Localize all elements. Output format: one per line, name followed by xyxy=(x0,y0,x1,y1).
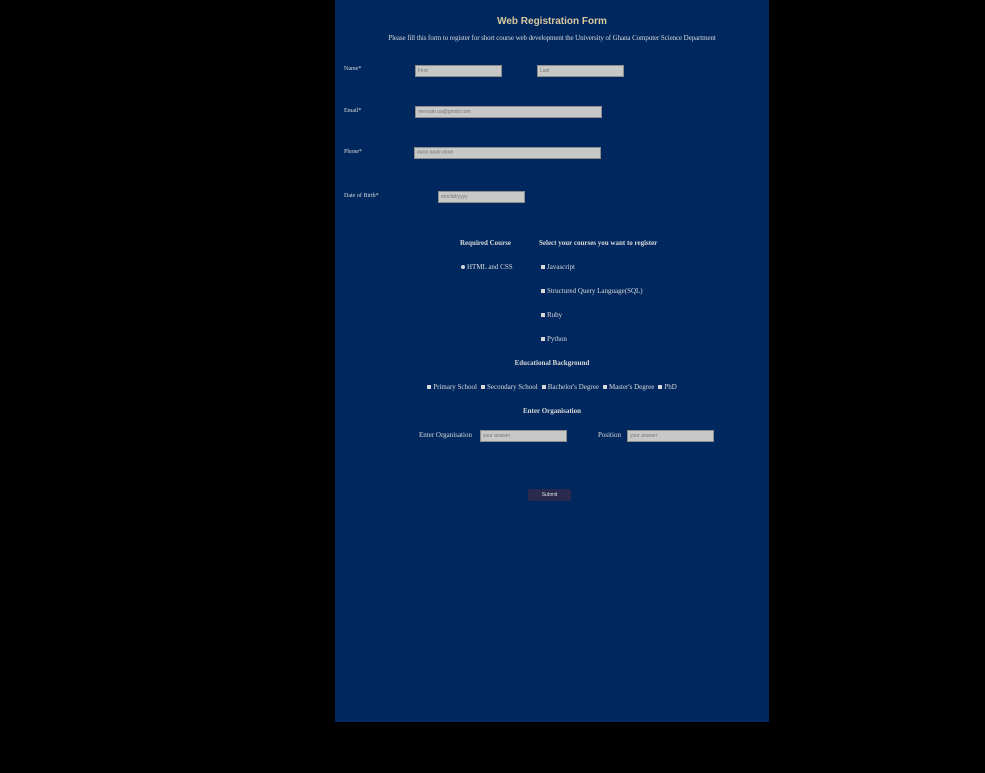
checkbox-icon xyxy=(602,385,607,389)
last-name-input[interactable] xyxy=(537,65,624,77)
checkbox-icon xyxy=(427,385,432,389)
dob-label: Date of Birth* xyxy=(344,193,379,199)
education-label: PhD xyxy=(664,383,677,391)
form-subtitle: Please fill this form to register for sh… xyxy=(388,34,716,42)
course-checkbox-sql[interactable]: Structured Query Language(SQL) xyxy=(541,287,643,295)
checkbox-icon xyxy=(480,385,485,389)
required-course-label: HTML and CSS xyxy=(467,263,513,271)
checkbox-icon xyxy=(541,265,545,269)
organisation-heading: Enter Organisation xyxy=(522,407,581,415)
checkbox-icon xyxy=(541,337,545,341)
required-course-heading: Required Course xyxy=(460,239,512,247)
course-checkbox-javascript[interactable]: Javascript xyxy=(541,263,575,271)
education-checkbox-phd[interactable]: PhD xyxy=(658,383,677,391)
radio-icon xyxy=(461,265,465,269)
course-label: Python xyxy=(547,335,567,343)
education-options: Primary School Secondary School Bachelor… xyxy=(335,383,769,391)
course-label: Structured Query Language(SQL) xyxy=(547,287,643,295)
education-checkbox-secondary[interactable]: Secondary School xyxy=(480,383,538,391)
checkbox-icon xyxy=(541,289,545,293)
checkbox-icon xyxy=(541,313,545,317)
optional-courses-heading: Select your courses you want to register xyxy=(539,239,658,247)
checkbox-icon xyxy=(658,385,663,389)
course-checkbox-ruby[interactable]: Ruby xyxy=(541,311,562,319)
education-label: Primary School xyxy=(433,383,477,391)
position-label: Position xyxy=(598,431,621,439)
education-checkbox-bachelors[interactable]: Bachelor's Degree xyxy=(541,383,599,391)
required-course-option[interactable]: HTML and CSS xyxy=(461,263,513,271)
education-checkbox-primary[interactable]: Primary School xyxy=(427,383,477,391)
registration-form-panel: Web Registration Form Please fill this f… xyxy=(335,0,769,722)
organisation-label: Enter Organisation xyxy=(419,431,472,439)
form-title: Web Registration Form xyxy=(497,16,607,27)
organisation-input[interactable] xyxy=(480,430,567,442)
education-label: Master's Degree xyxy=(608,383,655,391)
email-input[interactable] xyxy=(415,106,602,118)
education-heading: Educational Background xyxy=(514,359,590,367)
phone-input[interactable] xyxy=(414,147,601,159)
position-input[interactable] xyxy=(627,430,714,442)
checkbox-icon xyxy=(541,385,546,389)
phone-label: Phone* xyxy=(344,149,362,155)
name-label: Name* xyxy=(344,66,362,72)
course-checkbox-python[interactable]: Python xyxy=(541,335,567,343)
education-checkbox-masters[interactable]: Master's Degree xyxy=(602,383,655,391)
submit-button[interactable]: Submit xyxy=(528,489,571,501)
first-name-input[interactable] xyxy=(415,65,502,77)
education-label: Bachelor's Degree xyxy=(547,383,599,391)
dob-input[interactable] xyxy=(438,191,525,203)
education-label: Secondary School xyxy=(486,383,538,391)
course-label: Javascript xyxy=(547,263,575,271)
email-label: Email* xyxy=(344,108,362,114)
course-label: Ruby xyxy=(547,311,563,319)
